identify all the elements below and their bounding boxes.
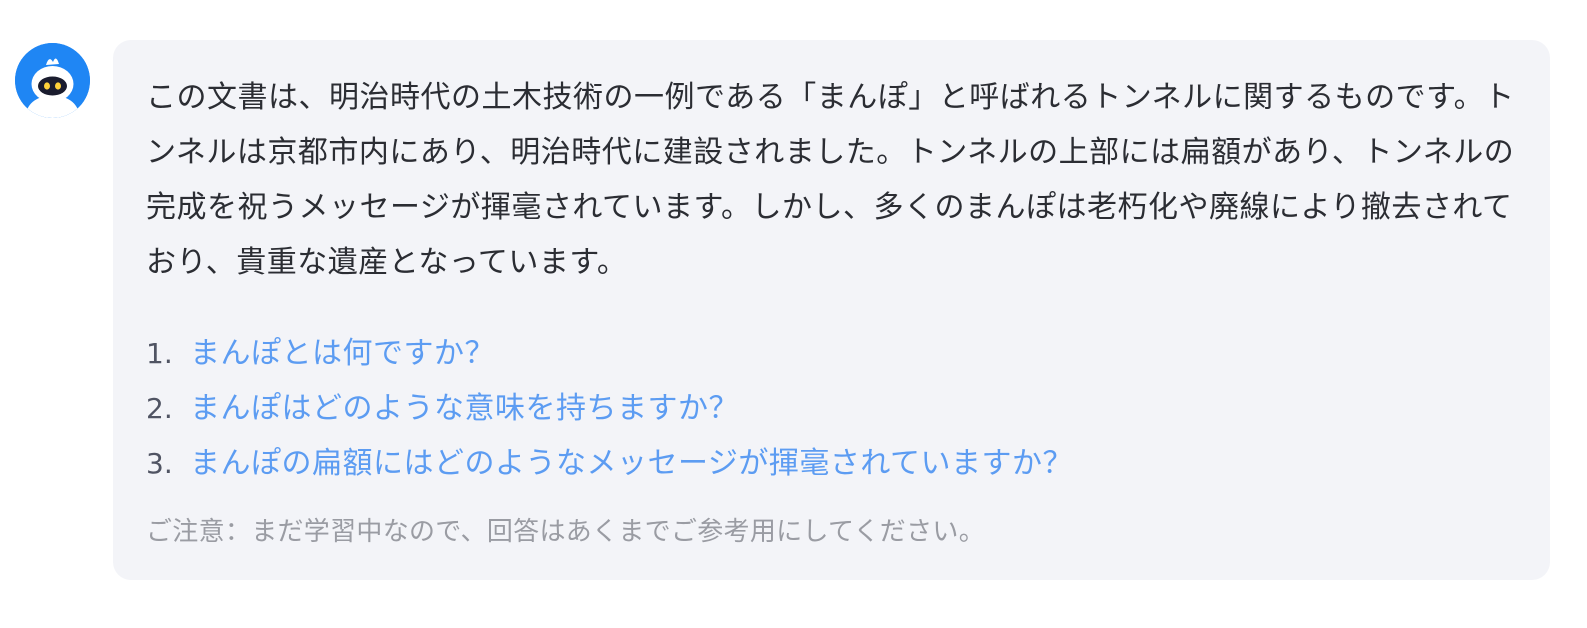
assistant-avatar (15, 43, 90, 118)
question-link[interactable]: まんぽはどのような意味を持ちますか？ (190, 381, 739, 436)
question-number: 1. (146, 337, 173, 370)
question-link[interactable]: まんぽの扁額にはどのようなメッセージが揮毫されていますか？ (190, 436, 1073, 491)
assistant-message-bubble: この文書は、明治時代の土木技術の一例である「まんぽ」と呼ばれるトンネルに関するも… (113, 40, 1550, 580)
disclaimer-notice: ご注意：まだ学習中なので、回答はあくまでご参考用にしてください。 (146, 517, 986, 547)
suggested-questions-list: 1. まんぽとは何ですか？ 2. まんぽはどのような意味を持ちますか？ 3. ま… (146, 326, 1516, 491)
message-summary-text: この文書は、明治時代の土木技術の一例である「まんぽ」と呼ばれるトンネルに関するも… (146, 80, 1515, 280)
question-number: 2. (146, 392, 173, 425)
question-number: 3. (146, 447, 173, 480)
suggested-question-2[interactable]: 2. まんぽはどのような意味を持ちますか？ (146, 381, 1516, 436)
question-link[interactable]: まんぽとは何ですか？ (190, 326, 495, 381)
suggested-question-1[interactable]: 1. まんぽとは何ですか？ (146, 326, 1516, 381)
suggested-question-3[interactable]: 3. まんぽの扁額にはどのようなメッセージが揮毫されていますか？ (146, 436, 1516, 491)
robot-icon (15, 43, 90, 118)
